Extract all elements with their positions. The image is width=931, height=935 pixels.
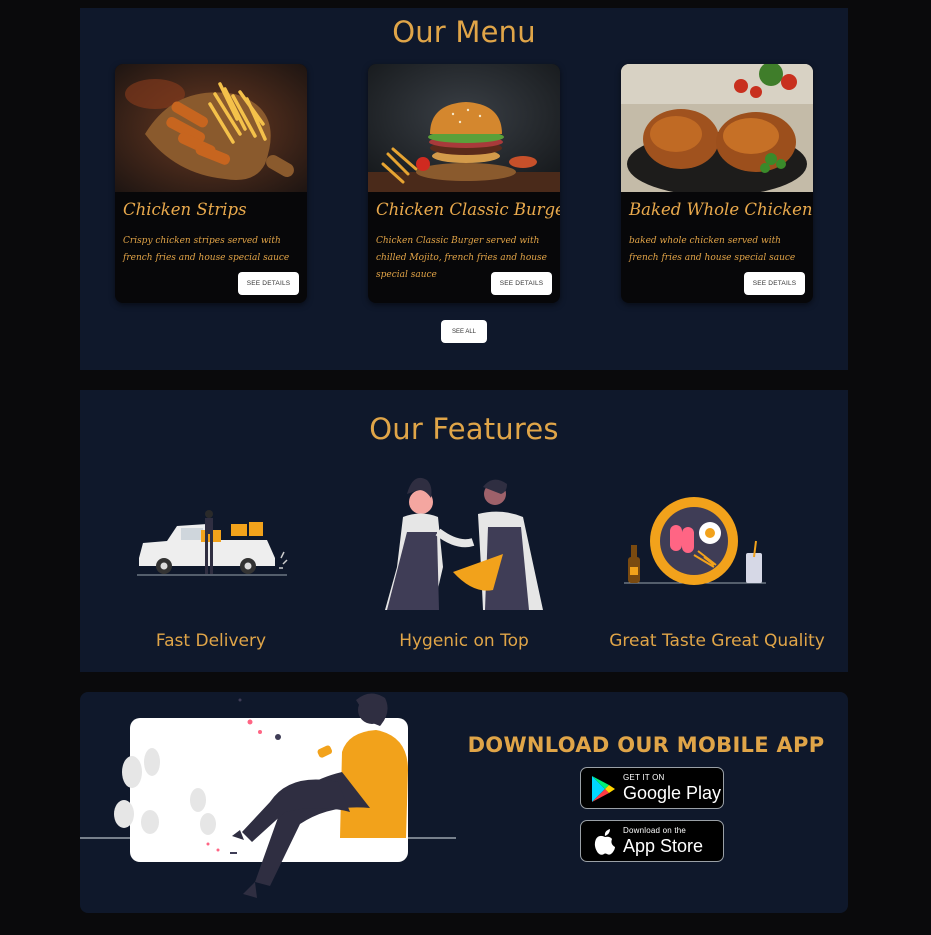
google-play-button[interactable]: GET IT ON Google Play [580,767,724,809]
burger-photo [368,64,560,192]
app-store-small-text: Download on the [623,826,687,835]
menu-card-baked-chicken: Baked Whole Chicken baked whole chicken … [621,64,813,303]
see-all-button[interactable]: SEE ALL [441,320,487,343]
see-details-button[interactable]: SEE DETAILS [491,272,552,295]
app-store-big-text: App Store [623,836,704,856]
see-details-button[interactable]: SEE DETAILS [238,272,299,295]
dish-description: baked whole chicken served with french f… [629,236,796,263]
mobile-app-illustration [80,693,456,898]
feature-label: Fast Delivery [155,631,267,651]
feature-label: Hygenic on Top [399,631,529,651]
download-title: DOWNLOAD OUR MOBILE APP [467,733,825,757]
menu-card-classic-burger: Chicken Classic Burger Chicken Classic B… [368,64,560,303]
feature-label: Great Taste Great Quality [609,631,825,651]
delivery-truck-illustration [137,510,288,576]
dish-name: Chicken Classic Burger [376,200,560,219]
dish-name: Baked Whole Chicken [629,200,813,219]
chicken-strips-photo [115,64,307,192]
dish-description: Crispy chicken stripes served with frenc… [123,236,290,263]
app-store-button[interactable]: Download on the App Store [580,820,724,862]
menu-title: Our Menu [392,15,536,49]
menu-card-chicken-strips: Chicken Strips Crispy chicken stripes se… [115,64,307,303]
food-plate-illustration [624,497,766,585]
dish-name: Chicken Strips [123,200,247,219]
google-play-big-text: Google Play [623,783,722,803]
menu-section: Our Menu Chicken Strips Crispy chicken s… [80,8,848,370]
google-play-icon [592,776,615,802]
features-title: Our Features [369,412,559,446]
chefs-illustration [385,477,543,610]
google-play-small-text: GET IT ON [623,773,665,782]
see-details-button[interactable]: SEE DETAILS [744,272,805,295]
baked-chicken-photo [621,64,813,192]
download-section: DOWNLOAD OUR MOBILE APP GET IT ON Google… [80,692,848,913]
features-section: Our Features Fast Delivery Hygenic on To… [80,390,848,672]
apple-icon [594,829,615,855]
